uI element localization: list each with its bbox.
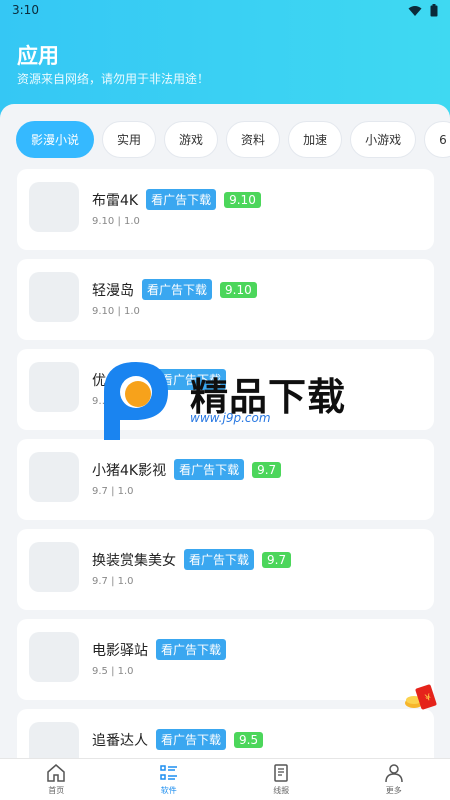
nav-label: 更多 <box>385 786 402 795</box>
nav-more[interactable]: 更多 <box>338 759 450 800</box>
tab-shiyong[interactable]: 实用 <box>102 121 157 158</box>
ad-download-button[interactable]: 看广告下载 <box>184 549 255 570</box>
score-badge: 9.7 <box>262 551 292 568</box>
app-icon <box>29 362 79 412</box>
list-icon <box>160 765 177 780</box>
app-name: 电影驿站 <box>92 642 148 659</box>
app-meta: 9.7 | 1.0 <box>92 576 134 587</box>
watermark-logo: 精品下载 www.j9p.com <box>98 356 358 444</box>
status-bar: 3:10 <box>0 0 450 22</box>
app-icon <box>29 182 79 232</box>
red-packet-icon[interactable]: ¥ <box>404 684 440 712</box>
tab-more[interactable]: 6 <box>424 121 450 158</box>
ad-download-button[interactable]: 看广告下载 <box>156 639 227 660</box>
score-badge: 9.7 <box>252 461 282 478</box>
score-badge: 9.10 <box>224 191 261 208</box>
app-card[interactable]: 电影驿站 看广告下载 9.5 | 1.0 <box>17 619 434 700</box>
score-badge: 9.5 <box>234 731 264 748</box>
wifi-icon <box>408 5 422 17</box>
app-list: 布雷4K 看广告下载 9.10 9.10 | 1.0 轻漫岛 看广告下载 9.1… <box>17 169 434 758</box>
nav-label: 软件 <box>160 786 177 795</box>
ad-download-button[interactable]: 看广告下载 <box>156 729 227 750</box>
app-icon <box>29 722 79 758</box>
document-icon <box>274 764 288 782</box>
app-name: 轻漫岛 <box>92 282 134 299</box>
page-subtitle: 资源来自网络，请勿用于非法用途！ <box>17 72 210 86</box>
app-meta: 9.10 | 1.0 <box>92 216 140 227</box>
app-card[interactable]: 轻漫岛 看广告下载 9.10 9.10 | 1.0 <box>17 259 434 340</box>
nav-home[interactable]: 首页 <box>0 759 113 800</box>
tab-jiasu[interactable]: 加速 <box>288 121 343 158</box>
battery-icon <box>430 4 438 17</box>
person-icon <box>385 764 403 783</box>
ad-download-button[interactable]: 看广告下载 <box>142 279 213 300</box>
app-icon <box>29 272 79 322</box>
app-icon <box>29 542 79 592</box>
app-name: 追番达人 <box>92 732 148 749</box>
tab-youxi[interactable]: 游戏 <box>164 121 219 158</box>
bottom-nav: 首页 软件 线报 更多 <box>0 758 450 800</box>
app-name: 换装赏集美女 <box>92 552 176 569</box>
status-time: 3:10 <box>12 3 39 17</box>
nav-label: 首页 <box>48 786 65 795</box>
app-meta: 9.5 | 1.0 <box>92 666 134 677</box>
ad-download-button[interactable]: 看广告下载 <box>146 189 217 210</box>
page-title: 应用 <box>17 44 59 68</box>
watermark-p-icon <box>104 362 168 440</box>
watermark-url: www.j9p.com <box>190 411 271 425</box>
category-tabs: 影漫小说 实用 游戏 资料 加速 小游戏 6 <box>16 121 450 158</box>
app-card[interactable]: 追番达人 看广告下载 9.5 <box>17 709 434 758</box>
score-badge: 9.10 <box>220 281 257 298</box>
app-name: 布雷4K <box>92 192 139 209</box>
app-card[interactable]: 换装赏集美女 看广告下载 9.7 9.7 | 1.0 <box>17 529 434 610</box>
nav-label: 线报 <box>273 786 290 795</box>
home-icon <box>47 764 65 782</box>
app-icon <box>29 632 79 682</box>
tab-yingman[interactable]: 影漫小说 <box>16 121 95 158</box>
nav-software[interactable]: 软件 <box>113 759 226 800</box>
tab-ziliao[interactable]: 资料 <box>226 121 281 158</box>
tab-xiaoyouxi[interactable]: 小游戏 <box>350 121 417 158</box>
app-meta: 9.7 | 1.0 <box>92 486 134 497</box>
nav-news[interactable]: 线报 <box>225 759 338 800</box>
app-name: 小猪4K影视 <box>92 462 167 479</box>
app-meta: 9.10 | 1.0 <box>92 306 140 317</box>
app-card[interactable]: 小猪4K影视 看广告下载 9.7 9.7 | 1.0 <box>17 439 434 520</box>
app-icon <box>29 452 79 502</box>
app-card[interactable]: 布雷4K 看广告下载 9.10 9.10 | 1.0 <box>17 169 434 250</box>
ad-download-button[interactable]: 看广告下载 <box>174 459 245 480</box>
